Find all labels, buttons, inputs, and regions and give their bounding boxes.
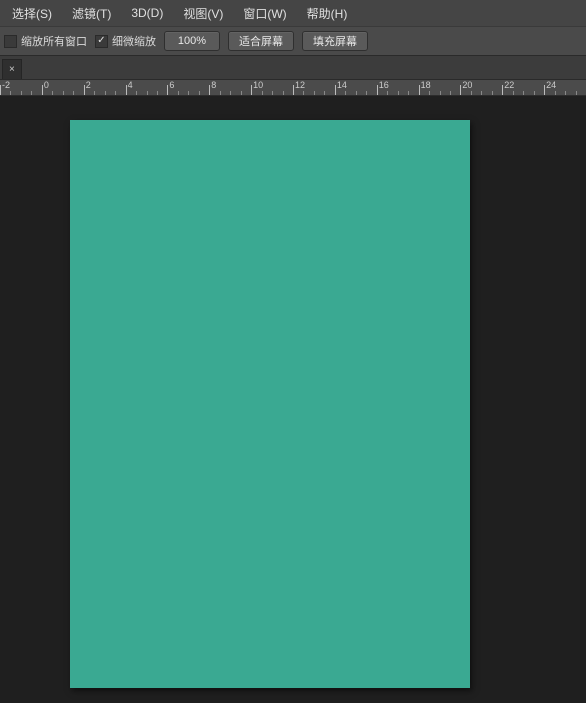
horizontal-ruler[interactable]: -202468101214161820222426 bbox=[0, 80, 586, 96]
ruler-tick-label: -2 bbox=[2, 80, 10, 90]
menu-help[interactable]: 帮助(H) bbox=[297, 1, 358, 26]
ruler-tick-label: 24 bbox=[546, 80, 556, 90]
scrubby-zoom-label: 细微缩放 bbox=[112, 33, 156, 49]
options-bar: 缩放所有窗口 细微缩放 100% 适合屏幕 填充屏幕 bbox=[0, 26, 586, 56]
menu-3d[interactable]: 3D(D) bbox=[121, 2, 173, 24]
scrubby-zoom-checkbox[interactable]: 细微缩放 bbox=[95, 33, 156, 49]
menu-bar: 选择(S) 滤镜(T) 3D(D) 视图(V) 窗口(W) 帮助(H) bbox=[0, 0, 586, 26]
ruler-tick-label: 12 bbox=[295, 80, 305, 90]
ruler-tick-label: 14 bbox=[337, 80, 347, 90]
checkbox-icon bbox=[4, 35, 17, 48]
fit-screen-button[interactable]: 适合屏幕 bbox=[228, 31, 294, 51]
close-icon[interactable]: × bbox=[9, 64, 15, 75]
fill-screen-button[interactable]: 填充屏幕 bbox=[302, 31, 368, 51]
ruler-tick-label: 22 bbox=[504, 80, 514, 90]
ruler-tick-label: 6 bbox=[169, 80, 174, 90]
menu-window[interactable]: 窗口(W) bbox=[233, 1, 296, 26]
checkbox-checked-icon bbox=[95, 35, 108, 48]
ruler-tick-label: 0 bbox=[44, 80, 49, 90]
ruler-tick-label: 8 bbox=[211, 80, 216, 90]
zoom-all-windows-checkbox[interactable]: 缩放所有窗口 bbox=[4, 33, 87, 49]
menu-view[interactable]: 视图(V) bbox=[173, 1, 233, 26]
canvas[interactable] bbox=[70, 120, 470, 688]
ruler-tick-label: 4 bbox=[128, 80, 133, 90]
document-tab[interactable]: × bbox=[2, 59, 22, 79]
zoom-all-label: 缩放所有窗口 bbox=[21, 33, 87, 49]
ruler-tick-label: 2 bbox=[86, 80, 91, 90]
ruler-tick-label: 20 bbox=[462, 80, 472, 90]
document-tab-bar: × bbox=[0, 56, 586, 80]
workspace[interactable] bbox=[0, 96, 586, 703]
zoom-100-button[interactable]: 100% bbox=[164, 31, 220, 51]
ruler-tick-label: 18 bbox=[421, 80, 431, 90]
menu-filter[interactable]: 滤镜(T) bbox=[62, 1, 121, 26]
ruler-tick-label: 10 bbox=[253, 80, 263, 90]
menu-select[interactable]: 选择(S) bbox=[2, 1, 62, 26]
ruler-tick-label: 16 bbox=[379, 80, 389, 90]
